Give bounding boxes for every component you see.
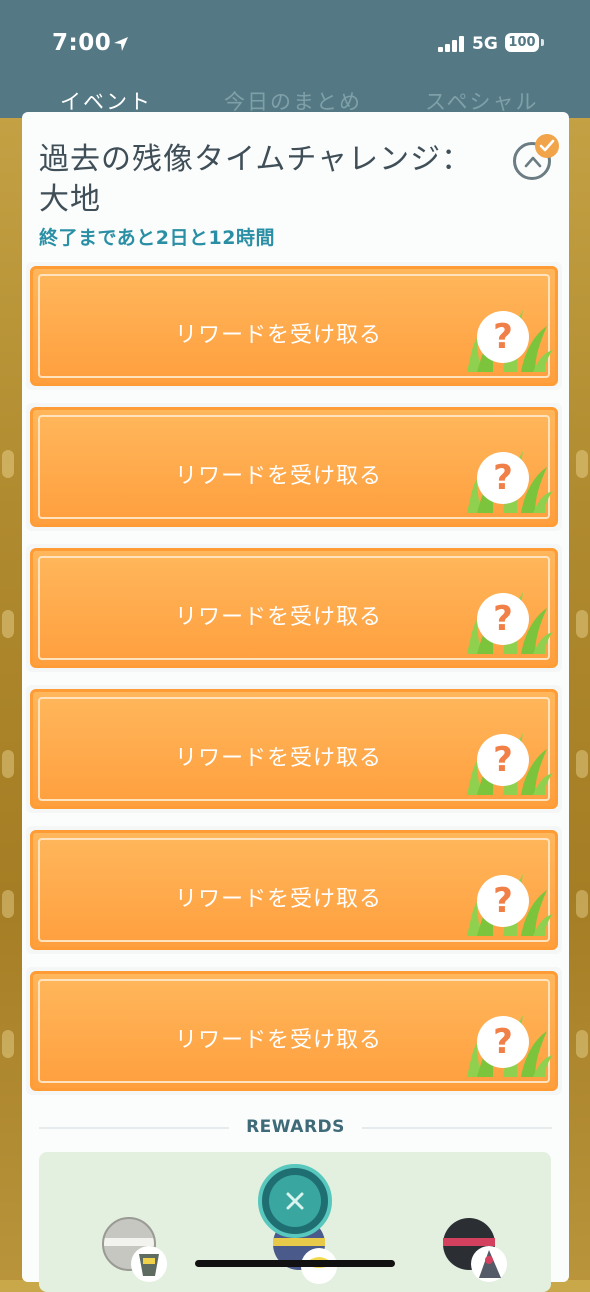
mystery-reward-icon: ? <box>463 576 553 656</box>
battery-icon: 100 <box>505 33 539 52</box>
reward-card: リワードを受け取る ? <box>26 685 562 813</box>
reward-card: リワードを受け取る ? <box>26 826 562 954</box>
network-type: 5G <box>472 34 498 54</box>
reward-card: リワードを受け取る ? <box>26 967 562 1095</box>
claim-reward-label: リワードを受け取る <box>175 746 383 771</box>
time-remaining: 終了まであと2日と12時間 <box>39 227 275 249</box>
close-button[interactable] <box>258 1164 332 1238</box>
status-bar: 7:00 5G 100 <box>0 28 590 62</box>
mystery-reward-icon: ? <box>463 999 553 1079</box>
home-indicator[interactable] <box>195 1260 395 1267</box>
battery-tip <box>541 39 544 46</box>
background-decoration-right <box>570 430 590 1130</box>
claim-reward-button[interactable]: リワードを受け取る ? <box>30 971 558 1091</box>
claim-reward-label: リワードを受け取る <box>175 605 383 630</box>
status-time: 7:00 <box>52 30 112 56</box>
timed-research-ball-icon <box>443 1218 507 1282</box>
claim-reward-button[interactable]: リワードを受け取る ? <box>30 689 558 809</box>
claim-reward-button[interactable]: リワードを受け取る ? <box>30 830 558 950</box>
app-header: 7:00 5G 100 イベント 今日のまとめ スペシャル <box>0 0 590 118</box>
reward-card: リワードを受け取る ? <box>26 262 562 390</box>
completed-check-icon <box>535 134 559 158</box>
close-icon <box>286 1192 304 1210</box>
mystery-reward-icon: ? <box>463 858 553 938</box>
mystery-reward-icon: ? <box>463 435 553 515</box>
reward-card: リワードを受け取る ? <box>26 544 562 672</box>
event-panel: 過去の残像タイムチャレンジ： 大地 終了まであと2日と12時間 リワードを受け取… <box>22 112 569 1292</box>
event-title-line2: 大地 <box>39 182 101 217</box>
reward-card: リワードを受け取る ? <box>26 403 562 531</box>
timed-research-ball-icon <box>102 1217 167 1282</box>
mystery-reward-icon: ? <box>463 717 553 797</box>
claim-reward-label: リワードを受け取る <box>175 323 383 348</box>
location-arrow-icon <box>114 37 128 51</box>
mystery-reward-icon: ? <box>463 294 553 374</box>
claim-reward-button[interactable]: リワードを受け取る ? <box>30 407 558 527</box>
claim-reward-label: リワードを受け取る <box>175 887 383 912</box>
claim-reward-label: リワードを受け取る <box>175 464 383 489</box>
divider <box>362 1127 552 1129</box>
background-decoration-left <box>0 430 20 1130</box>
event-title: 過去の残像タイムチャレンジ： 大地 <box>39 140 479 220</box>
event-title-line1: 過去の残像タイムチャレンジ： <box>39 142 473 177</box>
claim-reward-label: リワードを受け取る <box>175 1028 383 1053</box>
claim-reward-button[interactable]: リワードを受け取る ? <box>30 266 558 386</box>
claim-reward-button[interactable]: リワードを受け取る ? <box>30 548 558 668</box>
cellular-signal-icon <box>438 36 464 52</box>
